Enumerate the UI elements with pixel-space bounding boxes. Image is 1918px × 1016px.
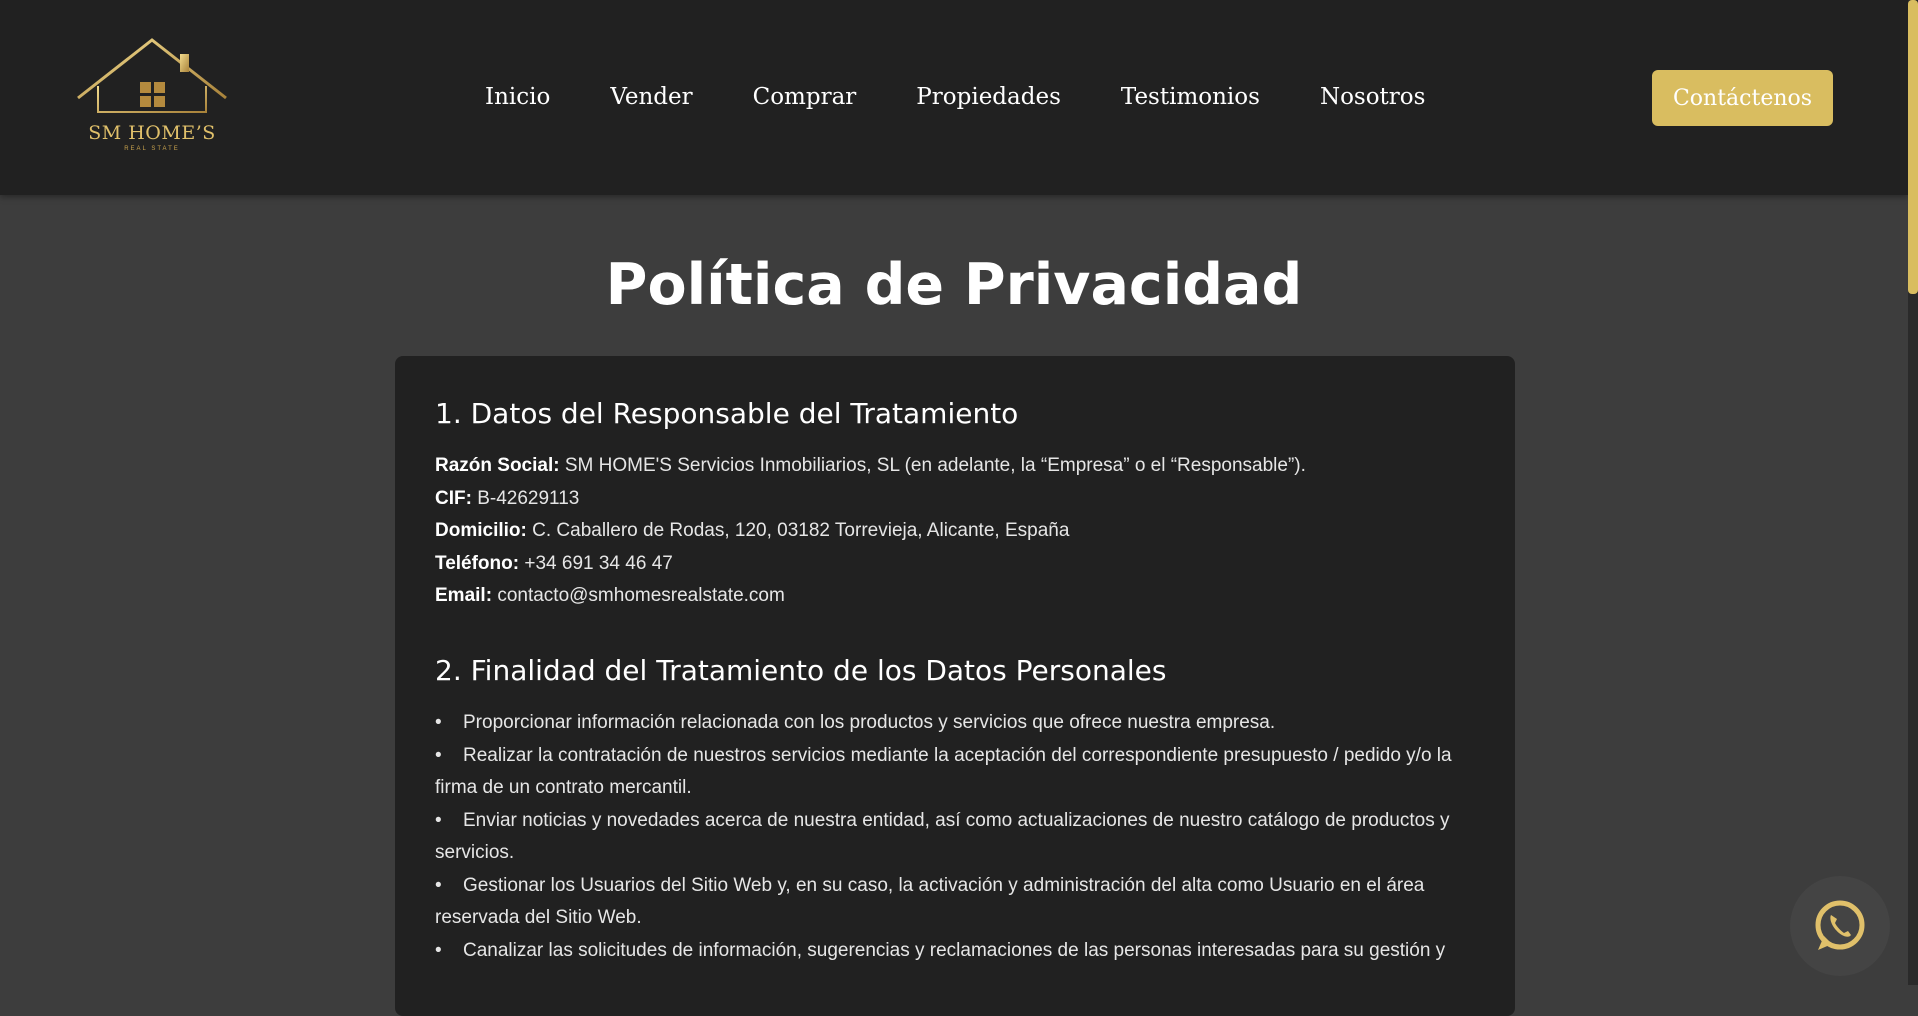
info-domicilio: Domicilio: C. Caballero de Rodas, 120, 0…: [435, 515, 1475, 548]
main-nav: Inicio Vender Comprar Propiedades Testim…: [485, 80, 1425, 114]
section-heading-responsable: 1. Datos del Responsable del Tratamiento: [435, 397, 1019, 430]
house-logo-icon: [77, 38, 227, 113]
page-title: Política de Privacidad: [605, 252, 1303, 318]
list-item-text: Realizar la contratación de nuestros ser…: [435, 744, 1452, 799]
list-item: • Enviar noticias y novedades acerca de n…: [435, 809, 1450, 864]
privacy-content-card: 1. Datos del Responsable del Tratamiento…: [395, 356, 1515, 1016]
list-item: • Proporcionar información relacionada co…: [435, 712, 1276, 734]
info-label: Razón Social:: [435, 455, 560, 477]
info-value: B-42629113: [477, 487, 580, 509]
contact-button[interactable]: Contáctenos: [1652, 70, 1833, 126]
scrollbar-thumb[interactable]: [1908, 0, 1918, 294]
info-telefono: Teléfono: +34 691 34 46 47: [435, 548, 1475, 581]
list-item: • Gestionar los Usuarios del Sitio Web y,…: [435, 874, 1425, 929]
nav-item-comprar[interactable]: Comprar: [753, 84, 857, 110]
logo-tagline: REAL STATE: [124, 146, 180, 152]
info-email: Email: contacto@smhomesrealstate.com: [435, 580, 1475, 613]
info-label: Email:: [435, 585, 493, 607]
section-heading-finalidad: 2. Finalidad del Tratamiento de los Dato…: [435, 653, 1167, 687]
scrollbar[interactable]: [1908, 0, 1918, 985]
list-item-text: Gestionar los Usuarios del Sitio Web y, …: [435, 874, 1425, 929]
logo-name: SM HOME’S: [88, 122, 216, 144]
info-cif: CIF: B-42629113: [435, 483, 1475, 516]
nav-item-nosotros[interactable]: Nosotros: [1320, 84, 1426, 110]
list-item-text: Enviar noticias y novedades acerca de nu…: [435, 809, 1450, 864]
whatsapp-button[interactable]: [1790, 876, 1890, 976]
logo[interactable]: SM HOME’S REAL STATE: [76, 36, 228, 156]
nav-item-vender[interactable]: Vender: [610, 84, 692, 110]
info-label: Teléfono:: [435, 552, 520, 574]
nav-item-inicio[interactable]: Inicio: [485, 84, 550, 110]
list-item-text: Canalizar las solicitudes de información…: [463, 939, 1446, 961]
nav-item-propiedades[interactable]: Propiedades: [916, 84, 1061, 110]
nav-item-testimonios[interactable]: Testimonios: [1121, 84, 1260, 110]
whatsapp-icon: [1815, 900, 1865, 950]
info-value: SM HOME'S Servicios Inmobiliarios, SL (e…: [564, 455, 1306, 477]
site-header: SM HOME’S REAL STATE Inicio Vender Compr…: [0, 0, 1908, 195]
list-item-text: Proporcionar información relacionada con…: [463, 712, 1276, 734]
info-value: C. Caballero de Rodas, 120, 03182 Torrev…: [532, 520, 1070, 542]
info-label: CIF:: [435, 487, 472, 509]
list-item: • Canalizar las solicitudes de informació…: [435, 939, 1446, 961]
info-value: contacto@smhomesrealstate.com: [497, 585, 785, 607]
list-item: • Realizar la contratación de nuestros se…: [435, 744, 1452, 799]
info-label: Domicilio:: [435, 520, 527, 542]
info-value: +34 691 34 46 47: [524, 552, 673, 574]
info-razon-social: Razón Social: SM HOME'S Servicios Inmobi…: [435, 450, 1475, 483]
